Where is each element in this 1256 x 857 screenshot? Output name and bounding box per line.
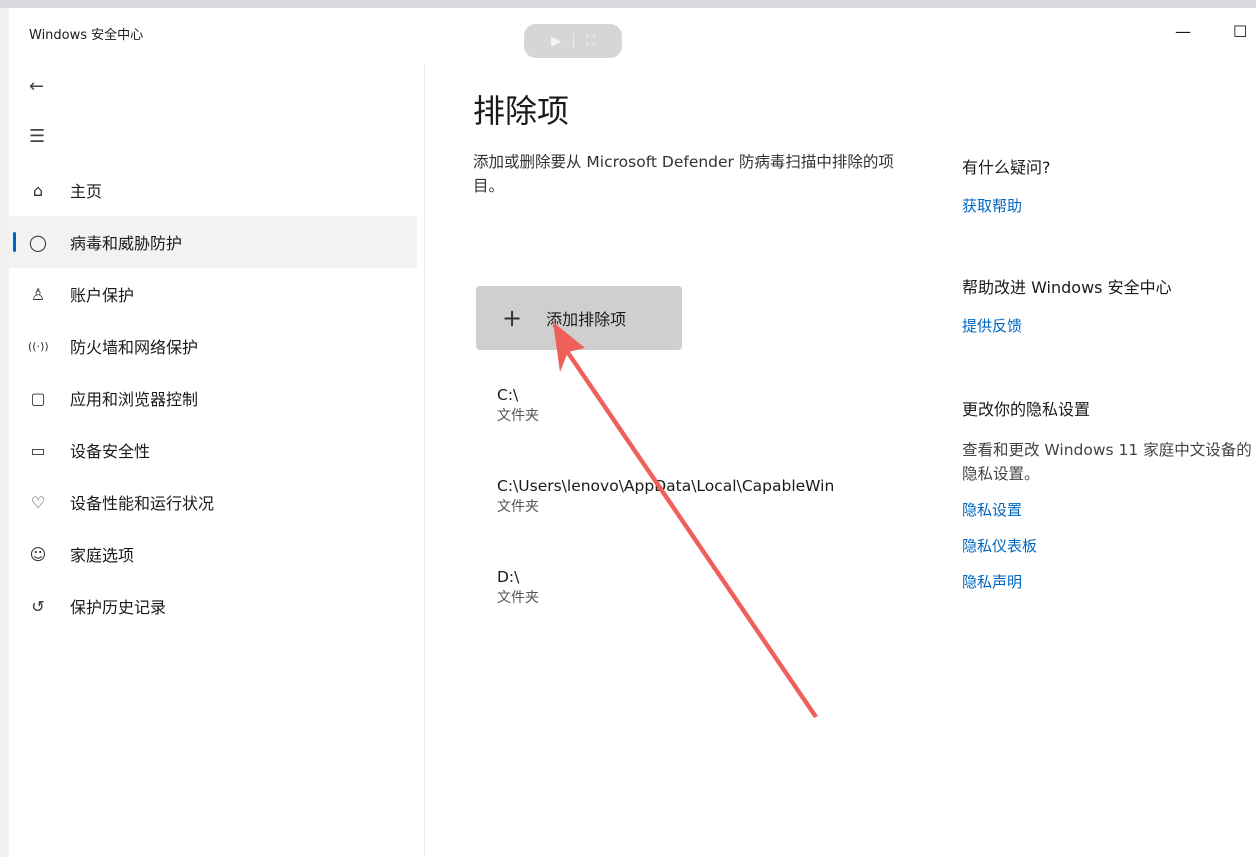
add-exclusion-button[interactable]: + 添加排除项 — [476, 286, 682, 350]
history-icon: ↺ — [31, 596, 45, 616]
window-left-edge — [0, 8, 9, 857]
sidebar-item-label: 设备安全性 — [70, 442, 151, 461]
sidebar-item-1[interactable]: ◯ 病毒和威胁防护 — [9, 216, 417, 268]
feedback-link[interactable]: 提供反馈 — [962, 314, 1256, 338]
sidebar-item-label: 病毒和威胁防护 — [70, 234, 183, 253]
back-arrow-icon[interactable]: ← — [29, 76, 44, 97]
exclusion-item[interactable]: D:\ 文件夹 — [497, 566, 897, 657]
page-description: 添加或删除要从 Microsoft Defender 防病毒扫描中排除的项目。 — [473, 153, 894, 195]
home-icon: ⌂ — [32, 180, 44, 200]
sidebar-item-3[interactable]: ((·)) 防火墙和网络保护 — [9, 320, 417, 372]
exclusion-path: C:\Users\lenovo\AppData\Local\CapableWin — [497, 477, 835, 495]
improve-section: 帮助改进 Windows 安全中心 提供反馈 — [962, 276, 1256, 338]
sidebar-item-label: 账户保护 — [70, 286, 135, 305]
exclusion-type: 文件夹 — [497, 499, 539, 515]
sidebar-item-8[interactable]: ↺ 保护历史记录 — [9, 580, 417, 632]
title-bar: Windows 安全中心 ▶ ⛶ — ☐ — [9, 8, 1256, 64]
sidebar-item-label: 应用和浏览器控制 — [70, 390, 199, 409]
sidebar-item-label: 保护历史记录 — [70, 598, 167, 617]
app-window: Windows 安全中心 ▶ ⛶ — ☐ ← ☰ ⌂ 主页 ◯ 病毒和威胁防护 ♙ 账户保… — [0, 0, 1256, 857]
laptop-icon: ▭ — [30, 440, 46, 460]
app-title: Windows 安全中心 — [29, 28, 144, 43]
sidebar-item-4[interactable]: ▢ 应用和浏览器控制 — [9, 372, 417, 424]
privacy-description: 查看和更改 Windows 11 家庭中文设备的隐私设置。 — [962, 441, 1252, 483]
person-icon: ♙ — [30, 284, 46, 304]
nav-list: ⌂ 主页 ◯ 病毒和威胁防护 ♙ 账户保护 ((·)) 防火墙和网络保护 ▢ 应用和浏览器控制 ▭ 设… — [9, 164, 424, 632]
sidebar-item-0[interactable]: ⌂ 主页 — [9, 164, 417, 216]
sidebar-item-6[interactable]: ♡ 设备性能和运行状况 — [9, 476, 417, 528]
exclusion-type: 文件夹 — [497, 590, 539, 606]
wifi-antenna-icon: ((·)) — [28, 339, 49, 353]
floating-toolbar[interactable]: ▶ ⛶ — [524, 24, 622, 58]
exclusion-path: C:\ — [497, 386, 519, 404]
hamburger-menu-icon[interactable]: ☰ — [29, 126, 45, 147]
exclusion-item[interactable]: C:\ 文件夹 — [497, 384, 897, 475]
window-top-border — [0, 0, 1256, 8]
expand-icon[interactable]: ⛶ — [586, 34, 595, 49]
sidebar-item-label: 设备性能和运行状况 — [70, 494, 215, 513]
sidebar-item-7[interactable]: ☺ 家庭选项 — [9, 528, 417, 580]
shield-icon: ◯ — [29, 232, 47, 252]
exclusion-list: C:\ 文件夹 C:\Users\lenovo\AppData\Local\Capa… — [497, 384, 897, 657]
plus-icon: + — [502, 304, 523, 332]
minimize-button[interactable]: — — [1175, 22, 1191, 41]
sidebar-item-2[interactable]: ♙ 账户保护 — [9, 268, 417, 320]
privacy-heading: 更改你的隐私设置 — [962, 400, 1091, 419]
sidebar-item-label: 防火墙和网络保护 — [70, 338, 199, 357]
family-icon: ☺ — [29, 544, 47, 564]
main-content: 排除项 添加或删除要从 Microsoft Defender 防病毒扫描中排除的… — [425, 64, 1256, 857]
exclusion-path: D:\ — [497, 568, 520, 586]
toolbar-separator — [572, 34, 574, 48]
heart-pulse-icon: ♡ — [30, 492, 46, 512]
improve-heading: 帮助改进 Windows 安全中心 — [962, 278, 1172, 297]
sidebar: ← ☰ ⌂ 主页 ◯ 病毒和威胁防护 ♙ 账户保护 ((·)) 防火墙和网络保护 ▢ 应用和浏览器… — [9, 64, 424, 857]
active-indicator — [13, 232, 16, 252]
sidebar-item-5[interactable]: ▭ 设备安全性 — [9, 424, 417, 476]
exclusion-type: 文件夹 — [497, 408, 539, 424]
play-icon[interactable]: ▶ — [551, 34, 561, 49]
maximize-button[interactable]: ☐ — [1233, 22, 1247, 41]
help-section: 有什么疑问? 获取帮助 — [962, 156, 1256, 218]
page-title: 排除项 — [473, 92, 570, 130]
add-exclusion-label: 添加排除项 — [546, 310, 627, 329]
privacy-section: 更改你的隐私设置 查看和更改 Windows 11 家庭中文设备的隐私设置。 隐… — [962, 398, 1256, 594]
sidebar-item-label: 主页 — [70, 182, 103, 201]
app-window-icon: ▢ — [30, 388, 46, 408]
exclusion-item[interactable]: C:\Users\lenovo\AppData\Local\CapableWin… — [497, 475, 897, 566]
privacy-statement-link[interactable]: 隐私声明 — [962, 570, 1256, 594]
help-heading: 有什么疑问? — [962, 158, 1051, 177]
sidebar-item-label: 家庭选项 — [70, 546, 135, 565]
privacy-settings-link[interactable]: 隐私设置 — [962, 498, 1256, 522]
get-help-link[interactable]: 获取帮助 — [962, 194, 1256, 218]
privacy-dashboard-link[interactable]: 隐私仪表板 — [962, 534, 1256, 558]
